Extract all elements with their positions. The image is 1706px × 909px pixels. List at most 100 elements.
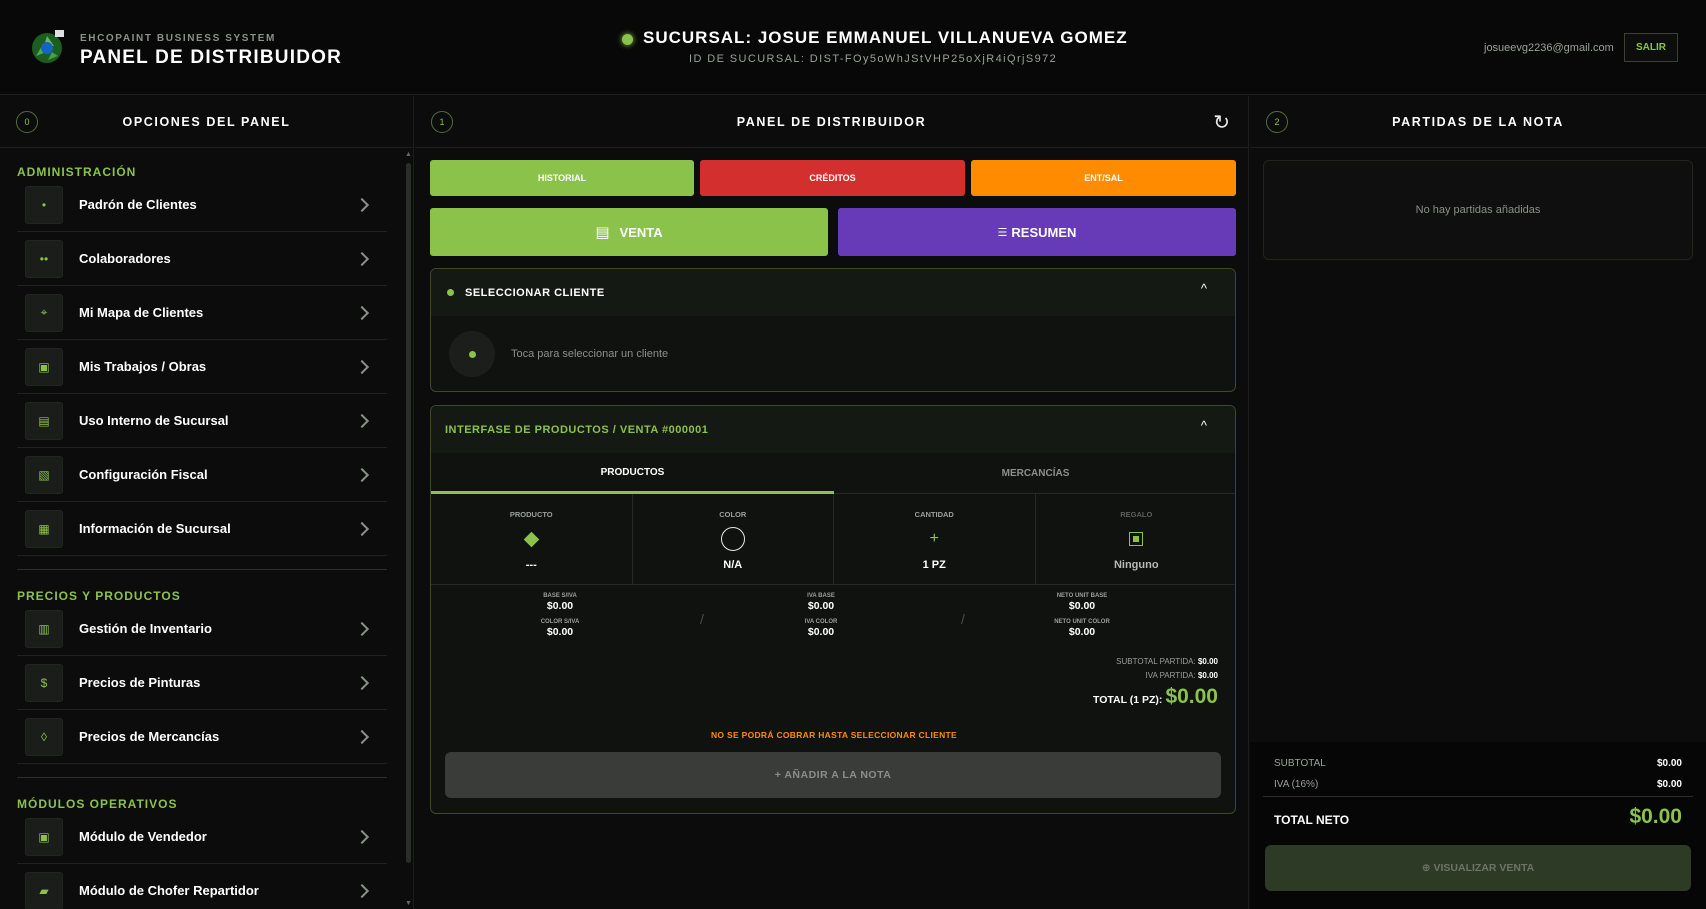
color-selector[interactable]: COLOR N/A — [633, 494, 834, 584]
net-total-value: $0.00 — [1629, 805, 1682, 828]
price-separator: / — [700, 611, 704, 627]
creditos-button[interactable]: CRÉDITOS — [700, 160, 965, 196]
refresh-icon[interactable]: ↻ — [1213, 110, 1230, 135]
top-header: EHCOPAINT BUSINESS SYSTEM PANEL DE DISTR… — [0, 0, 1706, 95]
note-items-panel: 2 PARTIDAS DE LA NOTA No hay partidas añ… — [1250, 96, 1706, 909]
price-value: $0.00 — [546, 626, 574, 638]
select-client-placeholder: Toca para seleccionar un cliente — [511, 348, 669, 360]
historial-button[interactable]: HISTORIAL — [430, 160, 694, 196]
branch-title: SUCURSAL: JOSUE EMMANUEL VILLANUEVA GOME… — [643, 28, 1128, 47]
line-total: TOTAL (1 PZ): $0.00 — [1093, 685, 1218, 709]
select-client-panel: SELECCIONAR CLIENTE ^ Toca para seleccio… — [430, 268, 1236, 392]
sidebar-item-precios-pinturas[interactable]: $ Precios de Pinturas — [17, 656, 387, 710]
chevron-right-icon — [354, 359, 370, 374]
sidebar-item-info-sucursal[interactable]: ▦ Información de Sucursal — [17, 502, 387, 556]
status-dot-icon — [622, 34, 633, 45]
tab-mercancias[interactable]: MERCANCÍAS — [834, 453, 1235, 494]
net-total-label: TOTAL NETO — [1274, 813, 1350, 827]
price-value: $0.00 — [1068, 600, 1096, 612]
options-panel-title: OPCIONES DEL PANEL — [122, 114, 291, 129]
sidebar-item-uso-interno[interactable]: ▤ Uso Interno de Sucursal — [17, 394, 387, 448]
price-separator: / — [961, 611, 965, 627]
iva-value: $0.00 — [1197, 671, 1218, 680]
panel-number-badge: 0 — [16, 111, 38, 133]
app-root: EHCOPAINT BUSINESS SYSTEM PANEL DE DISTR… — [0, 0, 1706, 909]
product-interface-header[interactable]: INTERFASE DE PRODUCTOS / VENTA #000001 ^ — [431, 406, 1235, 453]
collapse-caret-icon[interactable]: ^ — [1201, 418, 1207, 433]
client-icon: • — [25, 185, 63, 224]
price-value: $0.00 — [546, 600, 574, 612]
attr-value: N/A — [723, 559, 743, 571]
attr-label: REGALO — [1120, 510, 1153, 519]
chevron-right-icon — [354, 251, 370, 266]
subtotal-partida: SUBTOTAL PARTIDA: $0.00 — [1093, 657, 1218, 666]
sidebar-item-label: Precios de Mercancías — [79, 729, 220, 744]
add-to-note-button[interactable]: + AÑADIR A LA NOTA — [445, 752, 1221, 798]
distributor-panel-header: 1 PANEL DE DISTRIBUIDOR ↻ — [415, 96, 1248, 148]
sidebar-menu: ADMINISTRACIÓN • Padrón de Clientes •• C… — [0, 149, 414, 909]
sidebar-item-modulo-chofer[interactable]: ▰ Módulo de Chofer Repartidor — [17, 864, 387, 909]
sidebar-item-modulo-vendedor[interactable]: ▣ Módulo de Vendedor — [17, 810, 387, 864]
venta-button[interactable]: ▤ VENTA — [430, 208, 828, 256]
sidebar-item-colaboradores[interactable]: •• Colaboradores — [17, 232, 387, 286]
view-sale-button[interactable]: ⊕ VISUALIZAR VENTA — [1265, 845, 1691, 891]
select-client-row[interactable]: Toca para seleccionar un cliente — [431, 316, 1235, 391]
logout-button[interactable]: SALIR — [1624, 33, 1678, 62]
scroll-down-icon[interactable]: ▼ — [405, 900, 412, 907]
resumen-button[interactable]: ☰ RESUMEN — [838, 208, 1236, 256]
chevron-right-icon — [354, 829, 370, 844]
tab-productos[interactable]: PRODUCTOS — [431, 453, 834, 494]
total-value: $0.00 — [1165, 685, 1218, 708]
summary-subtotal-value: $0.00 — [1656, 758, 1682, 769]
entrada-salida-button[interactable]: ENT/SAL — [971, 160, 1236, 196]
sidebar-item-precios-mercancias[interactable]: ◊ Precios de Mercancías — [17, 710, 387, 764]
truck-icon: ▰ — [25, 871, 63, 909]
sidebar-item-label: Configuración Fiscal — [79, 467, 208, 482]
product-selector[interactable]: PRODUCTO --- — [431, 494, 633, 584]
iva-color: IVA COLOR $0.00 — [761, 619, 881, 638]
select-client-header[interactable]: SELECCIONAR CLIENTE ^ — [431, 269, 1235, 316]
iva-label: IVA PARTIDA: — [1145, 671, 1196, 680]
sidebar-item-label: Módulo de Chofer Repartidor — [79, 883, 259, 898]
product-attributes: PRODUCTO --- COLOR N/A CANTIDAD + 1 PZ R… — [431, 494, 1236, 585]
sidebar-item-mapa-clientes[interactable]: ⌖ Mi Mapa de Clientes — [17, 286, 387, 340]
sidebar-item-trabajos-obras[interactable]: ▣ Mis Trabajos / Obras — [17, 340, 387, 394]
tax-document-icon: ▧ — [25, 455, 63, 494]
iva-base: IVA BASE $0.00 — [761, 593, 881, 612]
briefcase-icon: ▣ — [25, 347, 63, 386]
gift-selector[interactable]: REGALO Ninguno — [1036, 494, 1236, 584]
price-breakdown: BASE S/IVA $0.00 COLOR S/IVA $0.00 / IVA… — [431, 593, 1235, 649]
sidebar-item-label: Uso Interno de Sucursal — [79, 413, 229, 428]
sidebar-item-label: Información de Sucursal — [79, 521, 231, 536]
options-panel-header: 0 OPCIONES DEL PANEL — [0, 96, 413, 148]
product-tabs: PRODUCTOS MERCANCÍAS — [431, 453, 1235, 494]
scroll-up-icon[interactable]: ▲ — [405, 151, 412, 158]
resumen-button-label: RESUMEN — [1011, 224, 1077, 240]
quantity-selector[interactable]: CANTIDAD + 1 PZ — [834, 494, 1036, 584]
price-base: BASE S/IVA $0.00 — [500, 593, 620, 612]
price-label: BASE S/IVA — [543, 593, 577, 599]
price-value: $0.00 — [807, 600, 835, 612]
section-title-administracion: ADMINISTRACIÓN — [17, 165, 137, 179]
color-circle-icon — [720, 527, 745, 551]
collapse-caret-icon[interactable]: ^ — [1201, 281, 1207, 296]
recycle-logo-icon — [32, 30, 64, 63]
chevron-right-icon — [354, 621, 370, 636]
sidebar-item-inventario[interactable]: ▥ Gestión de Inventario — [17, 602, 387, 656]
sidebar-scrollbar[interactable]: ▲ ▼ — [404, 151, 412, 909]
product-interface-title: INTERFASE DE PRODUCTOS / VENTA #000001 — [445, 423, 709, 436]
select-client-title: SELECCIONAR CLIENTE — [465, 286, 605, 299]
building-icon: ▦ — [25, 509, 63, 548]
chevron-right-icon — [354, 413, 370, 428]
section-title-precios-productos: PRECIOS Y PRODUCTOS — [17, 589, 181, 603]
empty-items-message: No hay partidas añadidas — [1263, 160, 1693, 260]
sidebar-item-padron-clientes[interactable]: • Padrón de Clientes — [17, 178, 387, 232]
attr-value: --- — [525, 559, 537, 571]
chevron-right-icon — [354, 197, 370, 212]
summary-iva-label: IVA (16%) — [1274, 779, 1319, 790]
venta-button-label: VENTA — [619, 224, 663, 240]
sidebar-item-config-fiscal[interactable]: ▧ Configuración Fiscal — [17, 448, 387, 502]
avatar — [449, 331, 495, 377]
scrollbar-thumb[interactable] — [406, 163, 411, 863]
client-dot-icon — [468, 350, 476, 358]
